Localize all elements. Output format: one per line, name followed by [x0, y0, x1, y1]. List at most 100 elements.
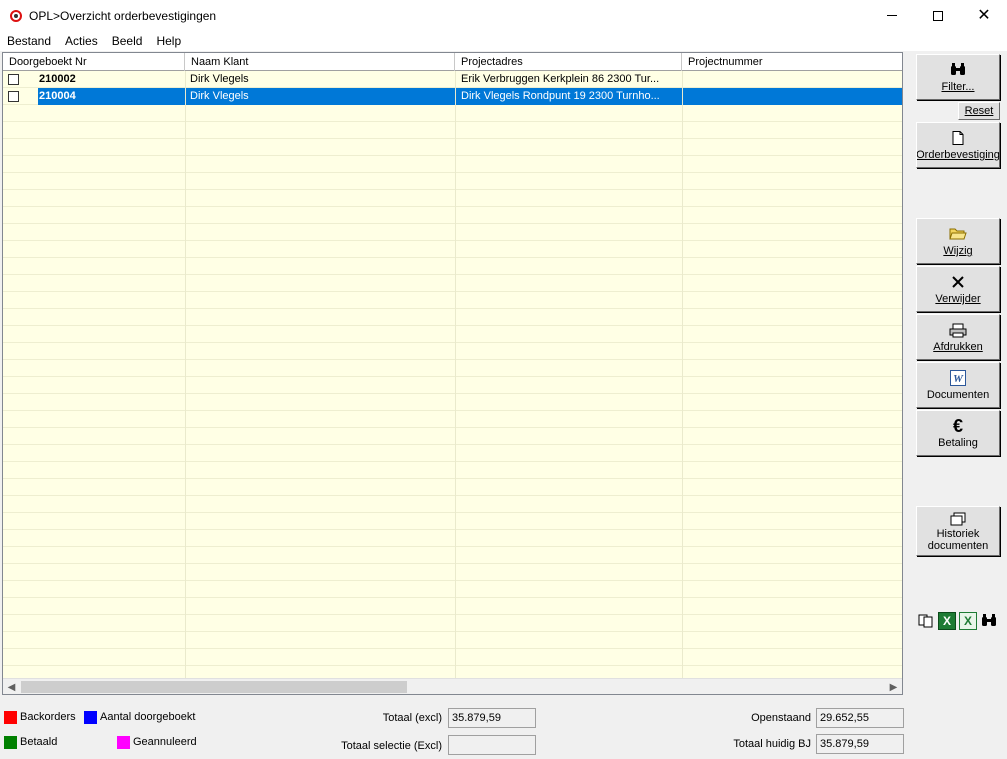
- legend-aantal-doorgeboekt-swatch: [84, 711, 97, 724]
- excel-open-icon[interactable]: X: [959, 612, 977, 630]
- betaling-label: Betaling: [938, 437, 978, 449]
- row-checkbox[interactable]: [8, 91, 19, 102]
- cell-naam-klant: Dirk Vlegels: [190, 90, 249, 102]
- printer-icon: [949, 321, 967, 339]
- table-row-selected[interactable]: 210004 Dirk Vlegels Dirk Vlegels Rondpun…: [3, 88, 902, 105]
- export-toolbar: X X: [917, 612, 998, 630]
- word-document-icon: W: [949, 369, 967, 387]
- empty-row: [3, 564, 902, 581]
- scroll-left-icon[interactable]: ◀: [3, 679, 20, 694]
- orderbevestiging-label: Orderbevestiging: [916, 149, 1000, 161]
- horizontal-scrollbar[interactable]: ◀ ▶: [3, 678, 902, 694]
- totaal-huidig-bj-field: 35.879,59: [816, 734, 904, 754]
- cell-projectadres: Dirk Vlegels Rondpunt 19 2300 Turnho...: [461, 90, 660, 102]
- orders-grid[interactable]: Doorgeboekt Nr Naam Klant Projectadres P…: [2, 52, 903, 695]
- menu-bar: Bestand Acties Beeld Help: [0, 31, 1007, 51]
- scrollbar-thumb[interactable]: [21, 681, 407, 693]
- afdrukken-button[interactable]: Afdrukken: [916, 314, 1000, 360]
- menu-acties[interactable]: Acties: [58, 31, 105, 51]
- maximize-icon: [933, 10, 943, 21]
- empty-row: [3, 445, 902, 462]
- documenten-button[interactable]: W Documenten: [916, 362, 1000, 408]
- menu-beeld[interactable]: Beeld: [105, 31, 150, 51]
- historiek-label-line1: Historiek: [936, 528, 980, 540]
- column-header-projectnummer[interactable]: Projectnummer: [682, 53, 902, 71]
- documenten-label: Documenten: [926, 389, 990, 401]
- column-divider: [455, 71, 456, 678]
- empty-row: [3, 513, 902, 530]
- row-checkbox[interactable]: [8, 74, 19, 85]
- orderbevestiging-button[interactable]: Orderbevestiging: [916, 122, 1000, 168]
- menu-bestand[interactable]: Bestand: [0, 31, 58, 51]
- copy-icon[interactable]: [917, 612, 935, 630]
- legend-aantal-doorgeboekt-label: Aantal doorgeboekt: [100, 711, 196, 723]
- totaal-excl-field: 35.879,59: [448, 708, 536, 728]
- excel-export-icon[interactable]: X: [938, 612, 956, 630]
- close-button[interactable]: ✕: [961, 0, 1007, 31]
- binoculars-icon: [949, 61, 967, 79]
- totaal-selectie-field: [448, 735, 536, 755]
- column-header-naam-klant[interactable]: Naam Klant: [185, 53, 455, 71]
- cell-projectnummer: [688, 71, 898, 88]
- totaal-excl-label: Totaal (excl): [382, 712, 442, 724]
- verwijder-button[interactable]: Verwijder: [916, 266, 1000, 312]
- wijzig-label: Wijzig: [943, 245, 973, 257]
- empty-row: [3, 241, 902, 258]
- legend-backorders-label: Backorders: [20, 711, 76, 723]
- cell-projectadres: Erik Verbruggen Kerkplein 86 2300 Tur...: [461, 73, 660, 85]
- word-letter: W: [953, 373, 964, 385]
- scroll-right-icon[interactable]: ▶: [885, 679, 902, 694]
- empty-row: [3, 258, 902, 275]
- wijzig-button[interactable]: Wijzig: [916, 218, 1000, 264]
- empty-row: [3, 479, 902, 496]
- title-bar: OPL>Overzicht orderbevestigingen ✕: [0, 0, 1007, 31]
- legend-backorders-swatch: [4, 711, 17, 724]
- empty-row: [3, 275, 902, 292]
- maximize-button[interactable]: [915, 0, 961, 31]
- binoculars-search-icon[interactable]: [980, 612, 998, 630]
- empty-row: [3, 632, 902, 649]
- afdrukken-label: Afdrukken: [933, 341, 983, 353]
- window-controls: ✕: [869, 0, 1007, 31]
- table-row[interactable]: 210002 Dirk Vlegels Erik Verbruggen Kerk…: [3, 71, 902, 88]
- empty-row: [3, 411, 902, 428]
- empty-row: [3, 326, 902, 343]
- historiek-label-line2: documenten: [927, 540, 989, 552]
- betaling-button[interactable]: € Betaling: [916, 410, 1000, 456]
- empty-row: [3, 360, 902, 377]
- empty-row: [3, 207, 902, 224]
- grid-header: Doorgeboekt Nr Naam Klant Projectadres P…: [3, 53, 902, 71]
- empty-row: [3, 649, 902, 666]
- legend-betaald-label: Betaald: [20, 736, 58, 748]
- app-icon: [9, 9, 23, 23]
- historiek-documenten-button[interactable]: Historiek documenten: [916, 506, 1000, 556]
- legend-geannuleerd-label: Geannuleerd: [133, 736, 197, 748]
- menu-help[interactable]: Help: [149, 31, 188, 51]
- column-header-projectadres[interactable]: Projectadres: [455, 53, 682, 71]
- empty-row: [3, 139, 902, 156]
- reset-button[interactable]: Reset: [958, 102, 1000, 120]
- cell-projectnummer: [688, 88, 898, 105]
- empty-row: [3, 530, 902, 547]
- openstaand-label: Openstaand: [751, 712, 811, 724]
- column-header-doorgeboekt-nr[interactable]: Doorgeboekt Nr: [3, 53, 185, 71]
- empty-row: [3, 496, 902, 513]
- filter-button[interactable]: Filter...: [916, 54, 1000, 100]
- empty-row: [3, 190, 902, 207]
- empty-row: [3, 581, 902, 598]
- empty-row: [3, 394, 902, 411]
- grid-body: 210002 Dirk Vlegels Erik Verbruggen Kerk…: [3, 71, 902, 683]
- minimize-button[interactable]: [869, 0, 915, 31]
- new-document-icon: [949, 129, 967, 147]
- empty-row: [3, 292, 902, 309]
- totaal-huidig-bj-label: Totaal huidig BJ: [733, 738, 811, 750]
- empty-row: [3, 309, 902, 326]
- totaal-selectie-label: Totaal selectie (Excl): [341, 740, 442, 752]
- euro-icon: €: [952, 415, 963, 436]
- column-divider: [682, 71, 683, 678]
- history-documents-icon: [949, 510, 967, 528]
- cell-naam-klant: Dirk Vlegels: [190, 73, 249, 85]
- delete-x-icon: [949, 273, 967, 291]
- window-title: OPL>Overzicht orderbevestigingen: [29, 8, 217, 23]
- close-icon: ✕: [977, 6, 991, 24]
